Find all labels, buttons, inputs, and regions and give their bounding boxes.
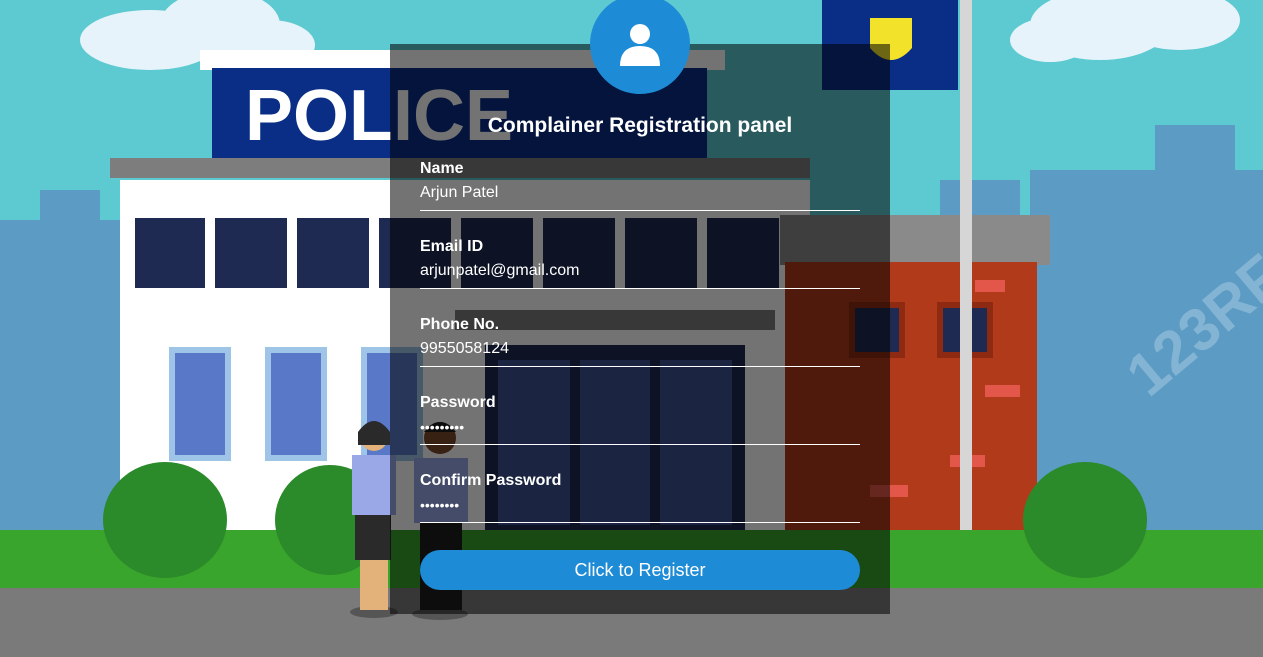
page-title: Complainer Registration panel (487, 114, 793, 137)
phone-label: Phone No. (420, 316, 500, 333)
name-input[interactable]: Arjun Patel (420, 180, 860, 211)
name-label: Name (420, 160, 464, 177)
phone-input[interactable]: 9955058124 (420, 336, 860, 367)
confirm-password-input[interactable]: •••••••• (420, 492, 860, 523)
phone-field: Phone No. 9955058124 (420, 314, 860, 367)
register-button[interactable]: Click to Register (420, 550, 860, 590)
email-field: Email ID arjunpatel@gmail.com (420, 236, 860, 289)
password-label: Password (420, 394, 496, 411)
name-field: Name Arjun Patel (420, 158, 860, 211)
confirm-password-field: Confirm Password •••••••• (420, 470, 860, 523)
confirm-password-label: Confirm Password (420, 472, 562, 489)
password-input[interactable]: ••••••••• (420, 414, 860, 445)
email-input[interactable]: arjunpatel@gmail.com (420, 258, 860, 289)
email-label: Email ID (420, 238, 484, 255)
password-field: Password ••••••••• (420, 392, 860, 445)
user-icon (620, 24, 660, 66)
